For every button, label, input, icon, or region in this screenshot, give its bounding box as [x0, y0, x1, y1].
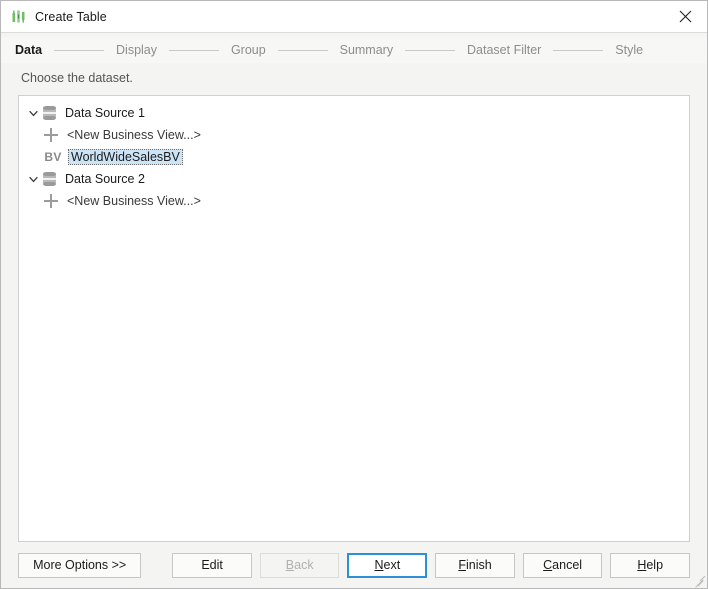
tree-node-label: <New Business View...> [67, 128, 201, 142]
tree-node-label: Data Source 2 [65, 172, 145, 186]
tree-node-worldwidesalesbv[interactable]: BV WorldWideSalesBV [19, 146, 689, 168]
plus-icon [43, 127, 59, 143]
back-mnemonic: B [285, 558, 295, 572]
step-connector [54, 49, 105, 51]
tree-node-data-source-1[interactable]: Data Source 1 [19, 102, 689, 124]
finish-rest: inish [465, 558, 492, 572]
next-rest: ext [383, 558, 401, 572]
next-mnemonic: N [374, 558, 384, 572]
step-connector [405, 49, 456, 51]
help-rest: elp [646, 558, 664, 572]
tree-node-new-business-view-2[interactable]: <New Business View...> [19, 190, 689, 212]
tree-node-new-business-view-1[interactable]: <New Business View...> [19, 124, 689, 146]
bar-chart-icon [11, 9, 27, 25]
tree-node-label: <New Business View...> [67, 194, 201, 208]
wizard-steps: Data Display Group Summary Dataset Filte… [1, 37, 707, 63]
dialog-footer: More Options >> Edit Back Next Finish Ca… [1, 542, 707, 588]
chevron-down-icon[interactable] [25, 109, 41, 118]
step-data[interactable]: Data [15, 43, 42, 57]
back-rest: ack [294, 558, 314, 572]
cancel-button[interactable]: Cancel [522, 552, 603, 578]
cancel-mnemonic: C [543, 558, 553, 572]
step-connector [553, 49, 604, 51]
instruction-text: Choose the dataset. [1, 63, 707, 95]
resize-grip[interactable] [691, 572, 706, 588]
step-group[interactable]: Group [231, 43, 266, 57]
next-button[interactable]: Next [347, 552, 428, 578]
dataset-tree[interactable]: Data Source 1 <New Business View...> BV … [18, 95, 690, 542]
close-icon[interactable] [663, 1, 707, 32]
back-button: Back [259, 552, 340, 578]
tree-node-label-selected[interactable]: WorldWideSalesBV [68, 149, 183, 165]
step-connector [277, 49, 328, 51]
bv-icon: BV [44, 150, 62, 164]
database-icon [41, 105, 57, 121]
content-area: Data Source 1 <New Business View...> BV … [1, 95, 707, 542]
title-bar: Create Table [1, 1, 707, 33]
step-dataset-filter[interactable]: Dataset Filter [467, 43, 541, 57]
edit-button[interactable]: Edit [172, 552, 252, 578]
more-options-button[interactable]: More Options >> [18, 552, 142, 578]
window-title: Create Table [35, 9, 107, 24]
finish-mnemonic: F [458, 558, 466, 572]
finish-button[interactable]: Finish [435, 552, 515, 578]
database-icon [41, 171, 57, 187]
create-table-dialog: Create Table Data Display Group Summary … [0, 0, 708, 589]
help-mnemonic: H [637, 558, 647, 572]
chevron-down-icon[interactable] [25, 175, 41, 184]
help-button[interactable]: Help [610, 552, 690, 578]
tree-node-label: Data Source 1 [65, 106, 145, 120]
step-connector [169, 49, 219, 51]
step-style[interactable]: Style [615, 43, 643, 57]
step-display[interactable]: Display [116, 43, 157, 57]
cancel-rest: ancel [552, 558, 583, 572]
step-summary[interactable]: Summary [340, 43, 393, 57]
plus-icon [43, 193, 59, 209]
tree-node-data-source-2[interactable]: Data Source 2 [19, 168, 689, 190]
